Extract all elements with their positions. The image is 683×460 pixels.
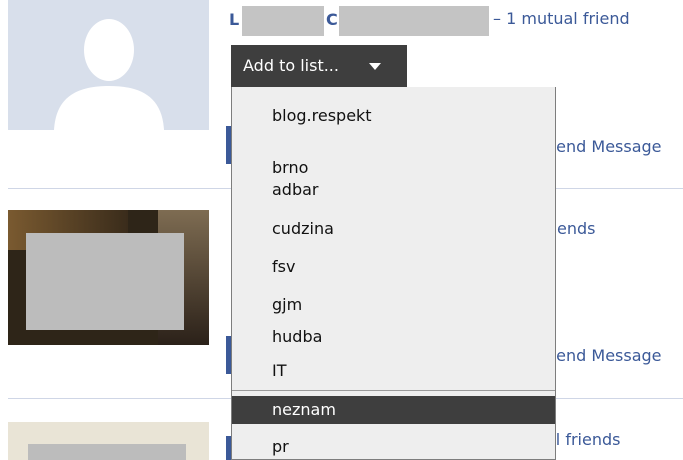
add-to-list-dropdown[interactable]: blog.respekt brno adbar cudzina fsv gjm … [231, 87, 556, 460]
list-option-blog-respekt[interactable]: blog.respekt [232, 103, 555, 129]
list-option-pr[interactable]: pr [232, 434, 555, 459]
send-message-link[interactable]: Send Message [546, 346, 662, 366]
menu-divider [232, 390, 555, 391]
default-person-icon [54, 19, 164, 130]
list-option-it[interactable]: IT [232, 358, 555, 384]
add-to-list-label: Add to list... [243, 56, 339, 75]
friend-name-initial[interactable]: C [326, 10, 338, 30]
redacted-name [242, 6, 324, 36]
list-option-adbar[interactable]: adbar [232, 177, 555, 203]
send-message-link[interactable]: Send Message [546, 137, 662, 157]
redacted-block [28, 444, 186, 460]
list-option-cudzina[interactable]: cudzina [232, 216, 555, 242]
add-to-list-button[interactable]: Add to list... [231, 45, 407, 87]
redacted-name [339, 6, 489, 36]
list-option-fsv[interactable]: fsv [232, 254, 555, 280]
chevron-down-icon [369, 63, 381, 70]
list-option-hudba[interactable]: hudba [232, 324, 555, 350]
friend-name-initial[interactable]: L [229, 10, 239, 30]
list-option-neznam[interactable]: neznam [232, 396, 555, 424]
mutual-friends-link[interactable]: al friends [546, 430, 620, 450]
list-option-gjm[interactable]: gjm [232, 292, 555, 318]
redacted-block [26, 233, 184, 330]
mutual-friends-link[interactable]: – 1 mutual friend [493, 9, 630, 29]
profile-avatar-placeholder[interactable] [8, 0, 209, 130]
